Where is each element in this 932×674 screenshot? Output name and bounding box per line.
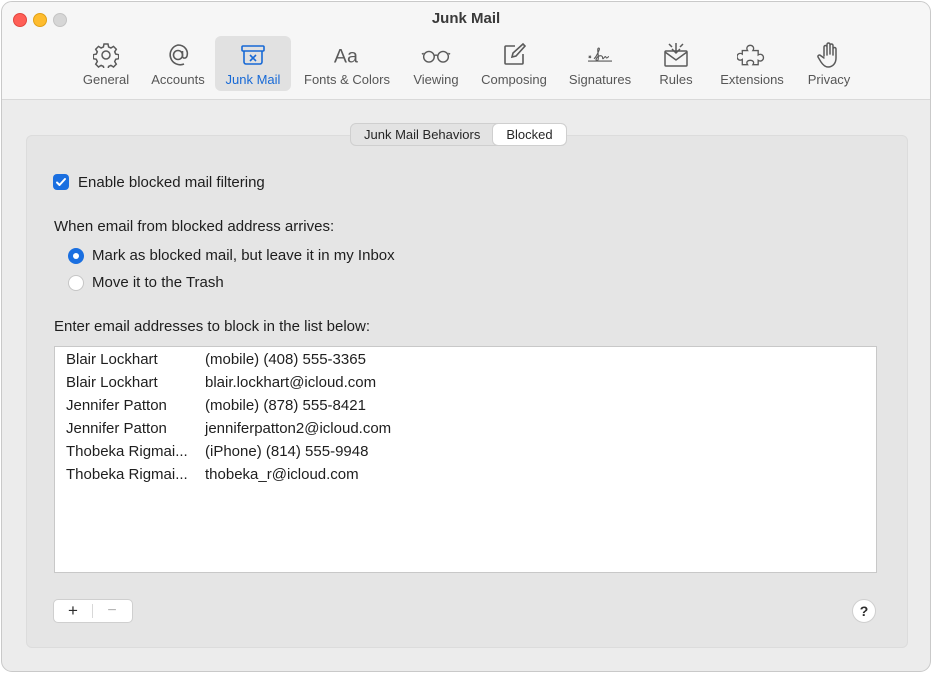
toolbar-item-label: Signatures	[568, 72, 632, 87]
toolbar-item-junk-mail[interactable]: Junk Mail	[215, 36, 291, 91]
toolbar-item-label: Extensions	[720, 72, 784, 87]
svg-text:Aa: Aa	[334, 46, 358, 68]
signature-icon	[585, 40, 615, 70]
blocked-contact-name: Thobeka Rigmai...	[66, 466, 188, 483]
title-bar: Junk Mail General Accounts Junk Mail Aa …	[2, 2, 930, 100]
enable-blocked-filtering-checkbox[interactable]	[53, 174, 69, 190]
toolbar-item-viewing[interactable]: Viewing	[407, 36, 465, 91]
rules-envelope-icon	[661, 40, 691, 70]
hand-icon	[814, 40, 844, 70]
compose-icon	[499, 40, 529, 70]
glasses-icon	[421, 40, 451, 70]
toolbar-item-label: Viewing	[413, 72, 459, 87]
font-icon: Aa	[332, 40, 362, 70]
arrival-heading: When email from blocked address arrives:	[54, 218, 335, 235]
toolbar-item-general[interactable]: General	[78, 36, 134, 91]
at-sign-icon	[163, 40, 193, 70]
junk-tray-icon	[238, 40, 268, 70]
add-address-button[interactable]: +	[54, 600, 92, 622]
add-remove-buttons: + −	[53, 599, 133, 623]
blocklist-heading: Enter email addresses to block in the li…	[54, 318, 370, 335]
blocked-contact-address: thobeka_r@icloud.com	[205, 466, 359, 483]
toolbar-item-composing[interactable]: Composing	[475, 36, 553, 91]
window-title: Junk Mail	[431, 10, 501, 27]
blocked-contact-name: Blair Lockhart	[66, 374, 158, 391]
blocked-contact-address: (iPhone) (814) 555-9948	[205, 443, 369, 460]
blocked-contact-address: jenniferpatton2@icloud.com	[205, 420, 392, 437]
toolbar-item-label: Junk Mail	[225, 72, 281, 87]
minus-icon: −	[107, 602, 117, 619]
toolbar-item-label: Fonts & Colors	[304, 72, 390, 87]
blocked-contact-name: Jennifer Patton	[66, 397, 167, 414]
blocked-contact-address: blair.lockhart@icloud.com	[205, 374, 377, 391]
radio-move-to-trash[interactable]	[68, 275, 84, 291]
radio-move-to-trash-label[interactable]: Move it to the Trash	[92, 274, 224, 291]
toolbar-item-label: General	[82, 72, 130, 87]
enable-blocked-filtering-label[interactable]: Enable blocked mail filtering	[78, 174, 265, 191]
toolbar-item-fonts-colors[interactable]: Aa Fonts & Colors	[297, 36, 397, 91]
blocked-contact-name: Blair Lockhart	[66, 351, 158, 368]
toolbar-item-label: Accounts	[151, 72, 205, 87]
tab-junk-mail-behaviors[interactable]: Junk Mail Behaviors	[351, 124, 493, 145]
puzzle-icon	[737, 40, 767, 70]
blocked-contact-name: Jennifer Patton	[66, 420, 167, 437]
blocked-contact-address: (mobile) (408) 555-3365	[205, 351, 366, 368]
blocked-addresses-list[interactable]: Blair Lockhart (mobile) (408) 555-3365 B…	[54, 346, 877, 573]
radio-mark-as-blocked-label[interactable]: Mark as blocked mail, but leave it in my…	[92, 247, 395, 264]
plus-icon: +	[68, 601, 78, 620]
remove-address-button[interactable]: −	[93, 600, 131, 622]
toolbar-item-privacy[interactable]: Privacy	[801, 36, 857, 91]
section-tabs: Junk Mail Behaviors Blocked	[350, 123, 567, 146]
help-button[interactable]: ?	[852, 599, 876, 623]
toolbar-item-label: Composing	[481, 72, 547, 87]
blocked-contact-name: Thobeka Rigmai...	[66, 443, 188, 460]
toolbar-item-accounts[interactable]: Accounts	[145, 36, 211, 91]
toolbar-item-signatures[interactable]: Signatures	[562, 36, 638, 91]
blocked-contact-address: (mobile) (878) 555-8421	[205, 397, 366, 414]
radio-mark-as-blocked[interactable]	[68, 248, 84, 264]
preferences-toolbar: General Accounts Junk Mail Aa Fonts & Co…	[2, 36, 930, 92]
toolbar-item-label: Privacy	[807, 72, 851, 87]
gear-icon	[91, 40, 121, 70]
toolbar-item-extensions[interactable]: Extensions	[713, 36, 791, 91]
toolbar-item-label: Rules	[659, 72, 693, 87]
checkmark-icon	[56, 178, 66, 186]
toolbar-item-rules[interactable]: Rules	[652, 36, 700, 91]
tab-blocked[interactable]: Blocked	[493, 124, 566, 145]
